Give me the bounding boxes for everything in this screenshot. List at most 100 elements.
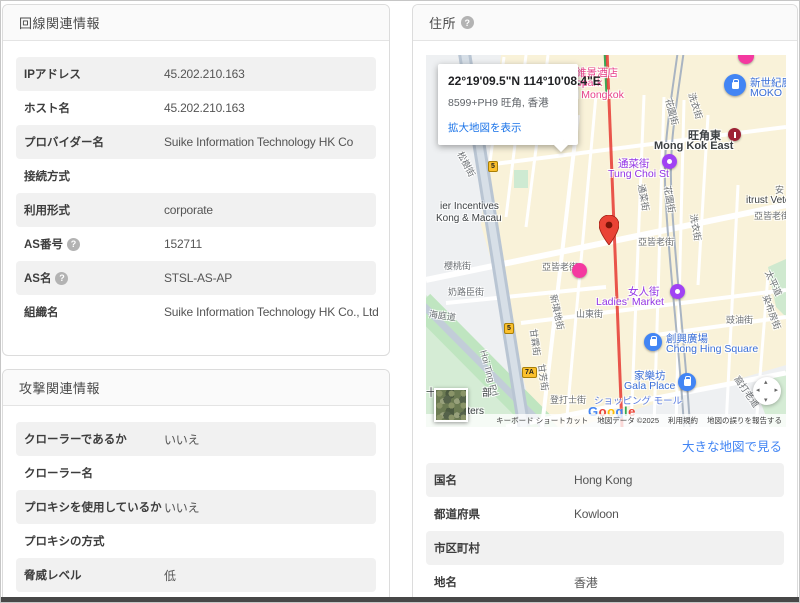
table-row: プロキシの方式 bbox=[16, 524, 376, 558]
table-row: 都道府県 Kowloon bbox=[426, 497, 784, 531]
table-row: IPアドレス 45.202.210.163 bbox=[16, 57, 376, 91]
right-column: 住所 ? 維景酒店 opark l Mongkok 新世紀 MOKO 旺角東 M… bbox=[412, 4, 798, 599]
table-row: プロバイダー名 Suike Information Technology HK C… bbox=[16, 125, 376, 159]
row-label: AS名 ? bbox=[24, 270, 164, 286]
row-label: 脅威レベル bbox=[24, 570, 82, 582]
row-value: 45.202.210.163 bbox=[164, 67, 245, 81]
market-icon[interactable] bbox=[662, 154, 677, 169]
row-label: 利用形式 bbox=[24, 205, 70, 217]
map-label-mall[interactable]: MOKO bbox=[750, 87, 782, 99]
row-label: プロバイダー名 bbox=[24, 137, 105, 149]
row-label: ホスト名 bbox=[24, 103, 70, 115]
map-label-hotel: l Mongkok bbox=[576, 89, 624, 101]
table-row: 利用形式 corporate bbox=[16, 193, 376, 227]
map-data-text: 地図データ ©2025 bbox=[597, 416, 659, 425]
row-label: 市区町村 bbox=[434, 543, 480, 555]
map-street-label: 奶路臣街 bbox=[448, 287, 485, 297]
market-icon[interactable] bbox=[670, 284, 685, 299]
address-title: 住所 bbox=[429, 16, 457, 31]
row-label: 接続方式 bbox=[24, 171, 70, 183]
row-label: クローラー名 bbox=[24, 468, 93, 480]
map-label-station: Mong Kok East bbox=[654, 140, 734, 152]
row-label: プロキシを使用しているか bbox=[24, 502, 162, 514]
row-value: 低 bbox=[164, 568, 176, 583]
row-label: 国名 bbox=[434, 475, 457, 487]
row-label: 地名 bbox=[434, 577, 457, 589]
map-street-label: 登打士街 bbox=[550, 395, 587, 405]
map-info-window: 22°19'09.5"N 114°10'08.4"E 8599+PH9 旺角, … bbox=[438, 64, 601, 145]
map-pan-control[interactable]: ▴ ▾ ◂ ▸ bbox=[753, 377, 781, 405]
map-street-label: 亞皆老街 bbox=[638, 237, 675, 247]
row-label: 組織名 bbox=[24, 307, 59, 319]
row-label: AS番号 ? bbox=[24, 236, 164, 252]
map-pin-icon[interactable] bbox=[598, 214, 620, 250]
row-value: いいえ bbox=[164, 432, 200, 447]
map-label-mall[interactable]: Gala Place bbox=[624, 380, 675, 392]
line-info-card: 回線関連情報 IPアドレス 45.202.210.163 ホスト名 45.202.2… bbox=[2, 4, 390, 356]
row-value: corporate bbox=[164, 203, 213, 217]
help-icon[interactable]: ? bbox=[461, 16, 475, 29]
table-row: プロキシを使用しているか いいえ bbox=[16, 490, 376, 524]
route-shield: 5 bbox=[488, 161, 498, 172]
coordinates-text: 22°19'09.5"N 114°10'08.4"E bbox=[448, 74, 601, 88]
page: 回線関連情報 IPアドレス 45.202.210.163 ホスト名 45.202.2… bbox=[0, 0, 800, 603]
attack-info-header: 攻撃関連情報 bbox=[3, 370, 389, 406]
map-attribution-bar: キーボード ショートカット 地図データ ©2025 利用規約 地図の誤りを報告す… bbox=[426, 414, 786, 427]
help-icon[interactable]: ? bbox=[55, 271, 69, 285]
line-info-body: IPアドレス 45.202.210.163 ホスト名 45.202.210.163 … bbox=[3, 41, 389, 329]
address-card: 住所 ? 維景酒店 opark l Mongkok 新世紀 MOKO 旺角東 M… bbox=[412, 4, 798, 599]
table-row: クローラーであるか いいえ bbox=[16, 422, 376, 456]
table-row: 地名 香港 bbox=[426, 565, 784, 599]
report-map-error-link[interactable]: 地図の誤りを報告する bbox=[707, 415, 782, 426]
map-label-poi: ier Incentives bbox=[440, 201, 499, 212]
help-icon[interactable]: ? bbox=[66, 237, 80, 251]
view-larger-map-row: 大きな地図で見る bbox=[426, 427, 784, 463]
route-shield: 7A bbox=[522, 367, 537, 378]
row-value: 45.202.210.163 bbox=[164, 101, 245, 115]
google-map-embed[interactable]: 維景酒店 opark l Mongkok 新世紀廣場 MOKO 旺角東 Mong… bbox=[426, 55, 786, 427]
map-label-market[interactable]: Ladies' Market bbox=[596, 296, 664, 308]
table-row: クローラー名 bbox=[16, 456, 376, 490]
line-info-header: 回線関連情報 bbox=[3, 5, 389, 41]
enlarge-map-link[interactable]: 拡大地図を表示 bbox=[448, 120, 568, 135]
row-value: STSL-AS-AP bbox=[164, 271, 233, 285]
terms-link[interactable]: 利用規約 bbox=[668, 415, 698, 426]
map-street-label: 櫻桃街 bbox=[444, 261, 472, 271]
poi-pink-icon[interactable] bbox=[572, 263, 587, 278]
table-row: 市区町村 bbox=[426, 531, 784, 565]
table-row: 国名 Hong Kong bbox=[426, 463, 784, 497]
row-value: Suike Information Technology HK Co., Ltd bbox=[164, 305, 379, 319]
row-label: 都道府県 bbox=[434, 509, 480, 521]
mall-icon[interactable] bbox=[724, 74, 746, 96]
row-value: 香港 bbox=[574, 575, 598, 590]
table-row: 脅威レベル 低 bbox=[16, 558, 376, 592]
mall-icon[interactable] bbox=[678, 373, 696, 391]
map-label-market[interactable]: Tung Choi St bbox=[608, 168, 669, 180]
map-label-poi: itrust Veteri bbox=[746, 195, 786, 206]
table-row: 組織名 Suike Information Technology HK Co., … bbox=[16, 295, 379, 329]
mall-icon[interactable] bbox=[644, 333, 662, 351]
table-row: AS番号 ? 152711 bbox=[16, 227, 376, 261]
table-row: AS名 ? STSL-AS-AP bbox=[16, 261, 376, 295]
map-street-label: 亞皆老街 bbox=[754, 211, 786, 221]
map-street-label: 豉油街 bbox=[726, 315, 754, 325]
row-label: IPアドレス bbox=[24, 69, 81, 81]
attack-info-title: 攻撃関連情報 bbox=[19, 381, 101, 396]
attack-info-body: クローラーであるか いいえ クローラー名 プロキシを使用しているか いいえ プロキシ… bbox=[3, 406, 389, 592]
plus-code-text: 8599+PH9 旺角, 香港 bbox=[448, 97, 549, 109]
line-info-title: 回線関連情報 bbox=[19, 16, 101, 31]
row-label: クローラーであるか bbox=[24, 434, 127, 446]
map-label-mall[interactable]: Chong Hing Square bbox=[666, 343, 758, 355]
row-value: Hong Kong bbox=[574, 473, 633, 487]
row-label: プロキシの方式 bbox=[24, 536, 105, 548]
address-body: 維景酒店 opark l Mongkok 新世紀廣場 MOKO 旺角東 Mong… bbox=[413, 41, 797, 599]
attack-info-card: 攻撃関連情報 クローラーであるか いいえ クローラー名 プロキシを使用しているかい… bbox=[2, 369, 390, 599]
satellite-layer-thumbnail[interactable] bbox=[434, 388, 468, 422]
map-label-fragment: 部 bbox=[482, 388, 492, 399]
map-street-label: 山東街 bbox=[576, 309, 604, 319]
row-value: Suike Information Technology HK Co bbox=[164, 135, 354, 149]
view-larger-map-link[interactable]: 大きな地図で見る bbox=[682, 440, 782, 454]
keyboard-shortcuts-link[interactable]: キーボード ショートカット bbox=[496, 415, 588, 426]
row-value: 152711 bbox=[164, 237, 202, 251]
row-value: Kowloon bbox=[574, 507, 619, 521]
